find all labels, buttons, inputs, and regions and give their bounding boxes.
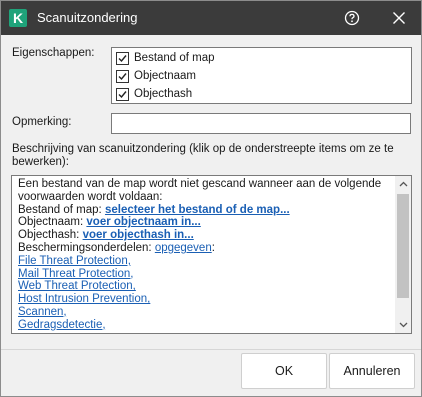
ok-button[interactable]: OK	[241, 353, 327, 389]
vertical-scrollbar[interactable]	[395, 176, 411, 333]
close-icon	[393, 12, 405, 24]
title-bar: K Scanuitzondering	[1, 1, 421, 35]
property-label: Objectnaam	[134, 70, 197, 82]
enter-object-hash-link[interactable]: voer objecthash in...	[83, 229, 194, 241]
footer-divider	[1, 349, 421, 350]
component-link[interactable]: Scannen,	[18, 306, 67, 318]
component-item: Host Intrusion Prevention,	[18, 293, 394, 306]
description-text: Een bestand van de map wordt niet gescan…	[18, 178, 394, 332]
hash-condition-label: Objecthash:	[18, 229, 83, 242]
help-button[interactable]	[340, 6, 364, 30]
file-condition-label: Bestand of map:	[18, 203, 105, 216]
help-icon	[344, 10, 360, 26]
checkbox-checked-icon[interactable]	[116, 51, 129, 65]
enter-object-name-link[interactable]: voer objectnaam in...	[86, 216, 200, 228]
scroll-up-button[interactable]	[395, 176, 411, 192]
components-specified-link[interactable]: opgegeven	[155, 242, 212, 254]
cancel-button[interactable]: Annuleren	[329, 353, 415, 389]
properties-list: Bestand of map Objectnaam Objecthash	[111, 47, 412, 104]
hash-condition: Objecthash: voer objecthash in...	[18, 229, 394, 242]
property-object-name[interactable]: Objectnaam	[116, 68, 196, 84]
intro-line: Een bestand van de map wordt niet gescan…	[18, 178, 382, 190]
property-object-hash[interactable]: Objecthash	[116, 86, 192, 102]
components-suffix: :	[211, 241, 215, 254]
component-item: Gedragsdetectie,	[18, 319, 394, 332]
properties-label: Eigenschappen:	[12, 47, 95, 59]
exclusion-dialog: K Scanuitzondering Eigenschappen: Bestan…	[0, 0, 422, 397]
description-box: Een bestand van de map wordt niet gescan…	[11, 175, 412, 334]
select-file-link[interactable]: selecteer het bestand of de map...	[105, 204, 290, 216]
window-title: Scanuitzondering	[37, 10, 138, 25]
intro-line: voorwaarden wordt voldaan:	[18, 190, 163, 203]
components-condition: Beschermingsonderdelen: opgegeven:	[18, 242, 394, 255]
scroll-down-button[interactable]	[395, 317, 411, 333]
component-link[interactable]: Mail Threat Protection,	[18, 268, 133, 280]
file-condition: Bestand of map: selecteer het bestand of…	[18, 204, 394, 217]
description-label: Beschrijving van scanuitzondering (klik …	[12, 143, 394, 168]
component-link[interactable]: Host Intrusion Prevention,	[18, 293, 150, 305]
component-link[interactable]: Web Threat Protection,	[18, 280, 136, 292]
component-item: Mail Threat Protection,	[18, 268, 394, 281]
close-button[interactable]	[387, 6, 411, 30]
component-item: Scannen,	[18, 306, 394, 319]
kaspersky-logo-icon: K	[9, 9, 27, 27]
components-condition-label: Beschermingsonderdelen:	[18, 241, 155, 254]
checkbox-checked-icon[interactable]	[116, 87, 129, 101]
remark-input[interactable]	[111, 113, 411, 134]
component-link[interactable]: Gedragsdetectie,	[18, 319, 106, 331]
component-item: Web Threat Protection,	[18, 280, 394, 293]
property-label: Bestand of map	[134, 52, 215, 64]
remark-label: Opmerking:	[12, 116, 72, 128]
checkbox-checked-icon[interactable]	[116, 69, 129, 83]
property-label: Objecthash	[134, 88, 193, 100]
name-condition: Objectnaam: voer objectnaam in...	[18, 216, 394, 229]
chevron-up-icon	[399, 181, 407, 187]
name-condition-label: Objectnaam:	[18, 216, 87, 229]
dialog-content: Eigenschappen: Bestand of map Objectnaam…	[1, 35, 421, 396]
component-item: File Threat Protection,	[18, 255, 394, 268]
chevron-down-icon	[399, 322, 407, 328]
component-link[interactable]: File Threat Protection,	[18, 255, 131, 267]
scrollbar-thumb[interactable]	[397, 194, 409, 298]
property-file-or-folder[interactable]: Bestand of map	[116, 50, 215, 66]
